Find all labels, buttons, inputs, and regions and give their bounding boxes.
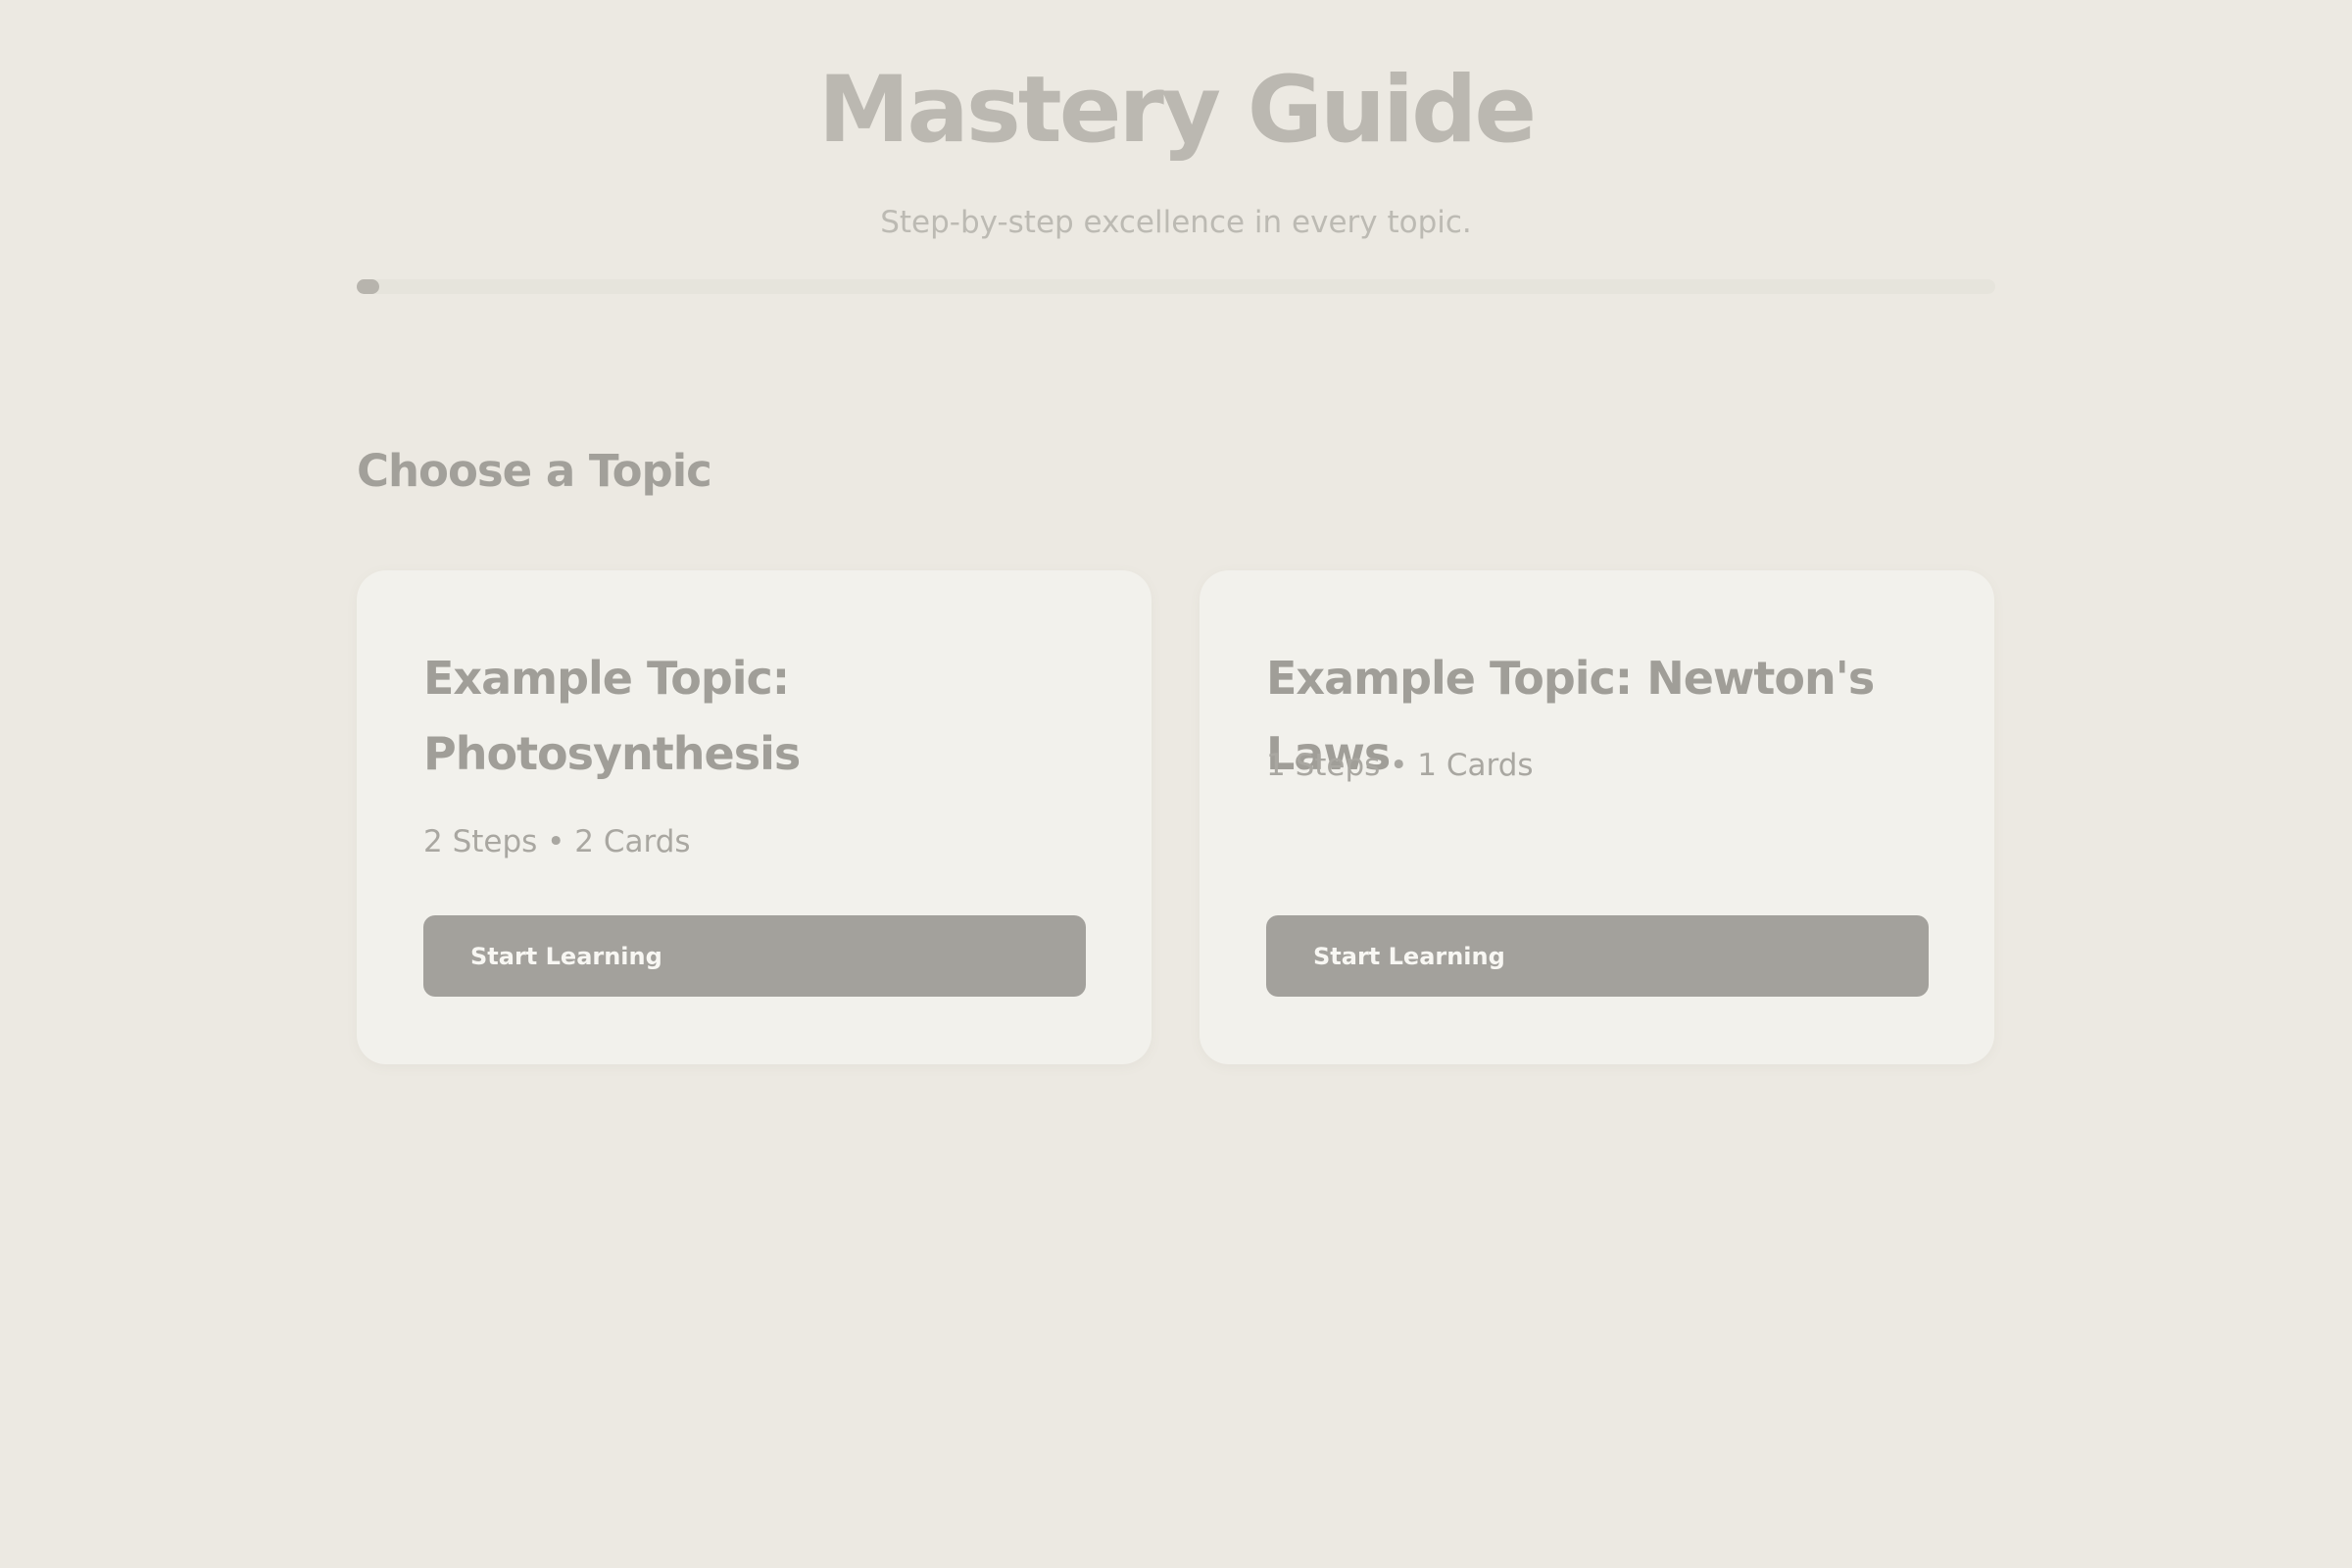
- page-title: Mastery Guide: [817, 57, 1537, 164]
- topic-title: Example Topic: Photosynthesis: [423, 652, 801, 780]
- topic-card-photosynthesis[interactable]: Example Topic: Photosynthesis 2 Steps • …: [357, 570, 1152, 1064]
- page-subtitle: Step-by-step excellence in every topic.: [880, 205, 1472, 240]
- topic-meta: 1 Steps • 1 Cards: [1266, 748, 1534, 783]
- main-container: Mastery Guide Step-by-step excellence in…: [357, 0, 1995, 1568]
- topics-section-heading: Choose a Topic: [357, 445, 712, 497]
- progress-bar-fill: [357, 279, 379, 294]
- start-learning-button[interactable]: Start Learning: [1266, 915, 1929, 997]
- start-learning-button[interactable]: Start Learning: [423, 915, 1086, 997]
- topic-meta: 2 Steps • 2 Cards: [423, 824, 691, 859]
- topic-card-newtons-laws[interactable]: Example Topic: Newton's Laws 1 Steps • 1…: [1200, 570, 1994, 1064]
- topic-card-grid: Example Topic: Photosynthesis 2 Steps • …: [357, 570, 1995, 1064]
- overall-progress-bar: [357, 279, 1995, 294]
